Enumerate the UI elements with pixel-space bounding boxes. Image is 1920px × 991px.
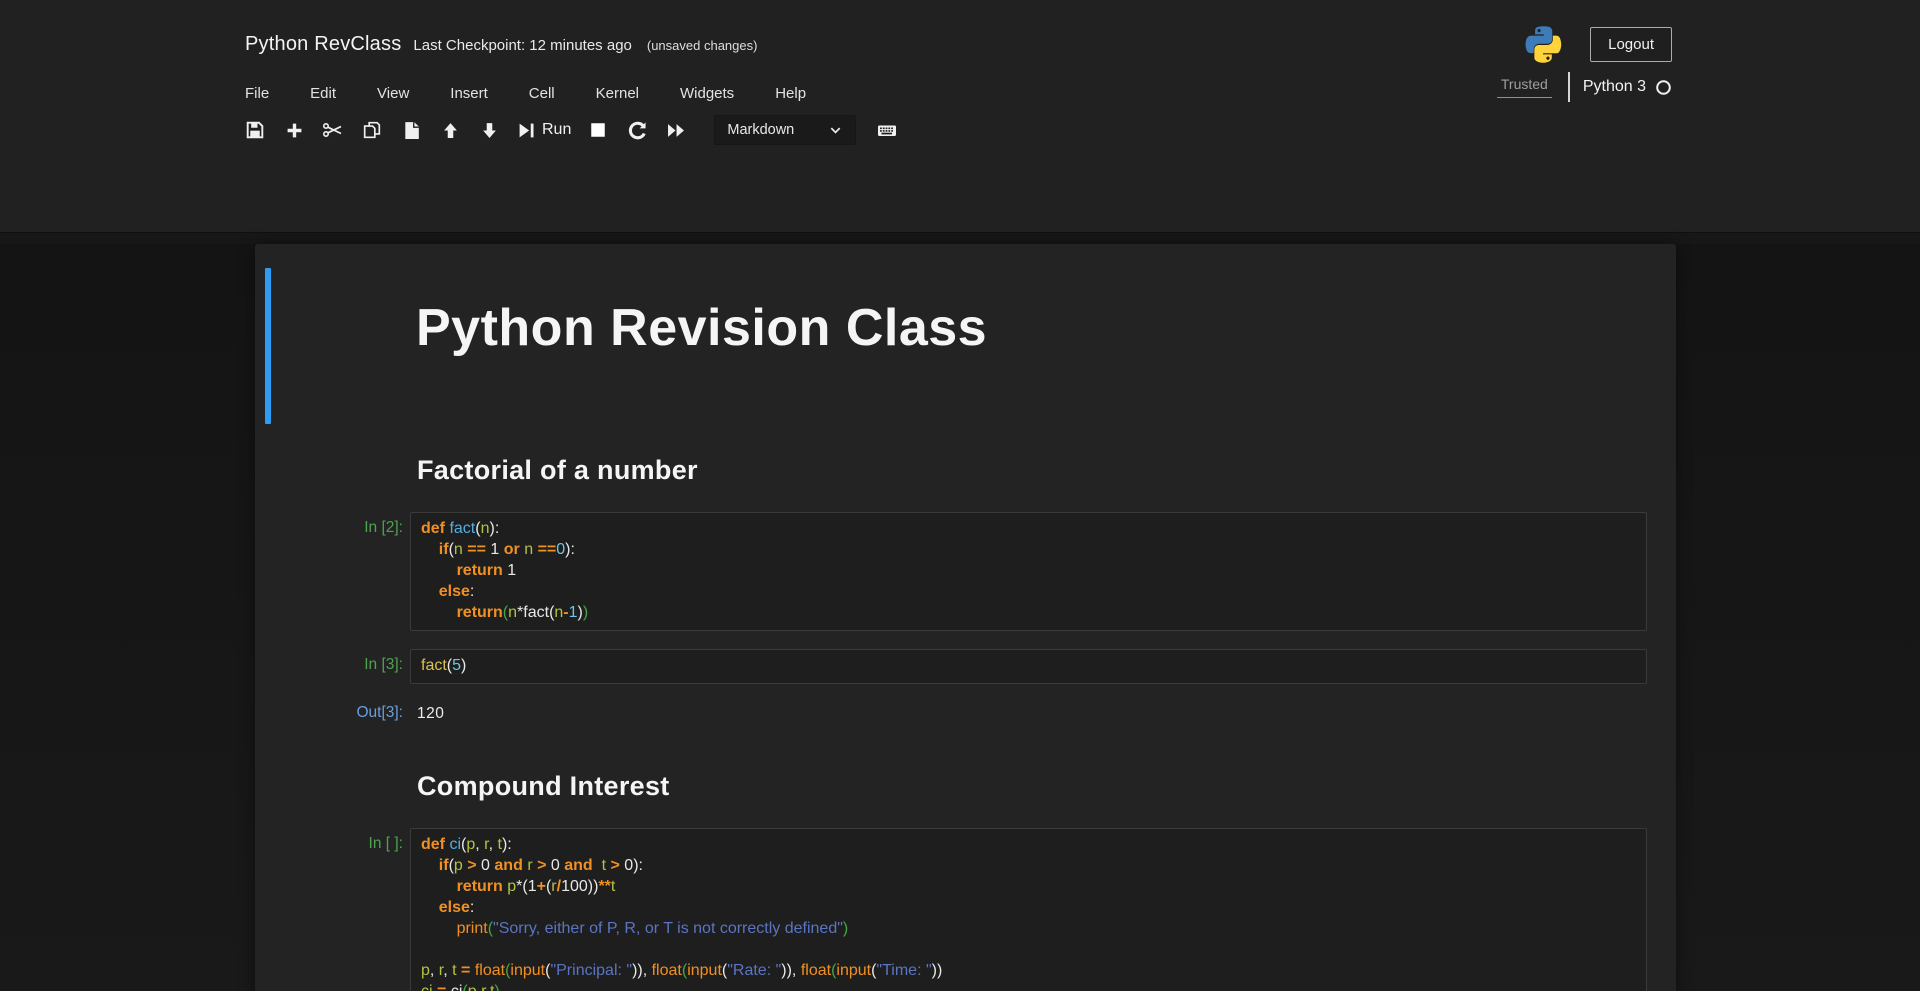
kernel-divider [1568, 72, 1570, 102]
menu-row: File Edit View Insert Cell Kernel Widget… [245, 80, 1672, 102]
chevron-down-icon [828, 123, 843, 138]
run-button[interactable]: Run [518, 121, 571, 139]
menu-view[interactable]: View [377, 85, 409, 102]
menu-edit[interactable]: Edit [310, 85, 336, 102]
output-prompt: Out[3]: [255, 697, 410, 722]
selected-cell-indicator [265, 268, 271, 424]
section-heading-factorial[interactable]: Factorial of a number [417, 455, 1676, 488]
markdown-title-cell[interactable]: Python Revision Class [255, 268, 1676, 424]
title-area: Python RevClass Last Checkpoint: 12 minu… [245, 33, 757, 56]
input-prompt: In [ ]: [255, 828, 410, 853]
output-row: Out[3]: 120 [255, 697, 1676, 723]
menu-cell[interactable]: Cell [529, 85, 555, 102]
kernel-idle-icon [1655, 79, 1672, 96]
menu-insert[interactable]: Insert [450, 85, 488, 102]
menu-widgets[interactable]: Widgets [680, 85, 734, 102]
menu-kernel[interactable]: Kernel [596, 85, 639, 102]
copy-icon[interactable] [362, 119, 382, 141]
notebook-body: Python Revision Class Factorial of a num… [0, 244, 1920, 991]
move-down-icon[interactable] [479, 119, 499, 141]
output-value: 120 [417, 697, 444, 723]
cell-type-dropdown[interactable]: Markdown [714, 115, 856, 145]
input-prompt: In [3]: [255, 649, 410, 674]
menu-help[interactable]: Help [775, 85, 806, 102]
code-input-area[interactable]: def ci(p, r, t): if(p > 0 and r > 0 and … [410, 828, 1647, 991]
toolbar: Run Markdown [245, 115, 1672, 145]
notebook-header: Python RevClass Last Checkpoint: 12 minu… [0, 0, 1920, 233]
logout-button[interactable]: Logout [1590, 27, 1672, 62]
paste-icon[interactable] [401, 119, 421, 141]
input-prompt: In [2]: [255, 512, 410, 537]
cut-icon[interactable] [323, 119, 343, 141]
add-cell-icon[interactable] [284, 119, 304, 141]
code-input-area[interactable]: fact(5) [410, 649, 1647, 684]
section-heading-compound-interest[interactable]: Compound Interest [417, 771, 1676, 804]
menu-bar: File Edit View Insert Cell Kernel Widget… [245, 85, 847, 102]
kernel-area: Trusted Python 3 [1497, 72, 1672, 102]
run-icon [518, 122, 535, 139]
header-top-row: Python RevClass Last Checkpoint: 12 minu… [245, 24, 1672, 64]
restart-run-all-icon[interactable] [666, 119, 686, 141]
save-icon[interactable] [245, 119, 265, 141]
restart-kernel-icon[interactable] [627, 119, 647, 141]
trusted-badge[interactable]: Trusted [1497, 76, 1552, 98]
code-cell-fact-call: In [3]: fact(5) [255, 649, 1676, 684]
checkpoint-status: Last Checkpoint: 12 minutes ago [413, 37, 631, 54]
unsaved-changes-label: (unsaved changes) [647, 38, 758, 53]
python-logo-icon [1525, 25, 1563, 63]
stop-icon[interactable] [588, 119, 608, 141]
header-right: Logout [1525, 25, 1672, 63]
notebook-title[interactable]: Python RevClass [245, 33, 401, 56]
code-cell-compound-interest: In [ ]: def ci(p, r, t): if(p > 0 and r … [255, 828, 1676, 991]
code-cell-factorial: In [2]: def fact(n): if(n == 1 or n ==0)… [255, 512, 1676, 631]
cell-type-value: Markdown [727, 122, 794, 138]
run-label: Run [542, 121, 571, 139]
move-up-icon[interactable] [440, 119, 460, 141]
menu-file[interactable]: File [245, 85, 269, 102]
page-title: Python Revision Class [416, 268, 1676, 358]
code-input-area[interactable]: def fact(n): if(n == 1 or n ==0): return… [410, 512, 1647, 631]
kernel-name: Python 3 [1583, 78, 1646, 96]
notebook-container: Python Revision Class Factorial of a num… [255, 244, 1676, 991]
keyboard-icon[interactable] [877, 119, 897, 141]
